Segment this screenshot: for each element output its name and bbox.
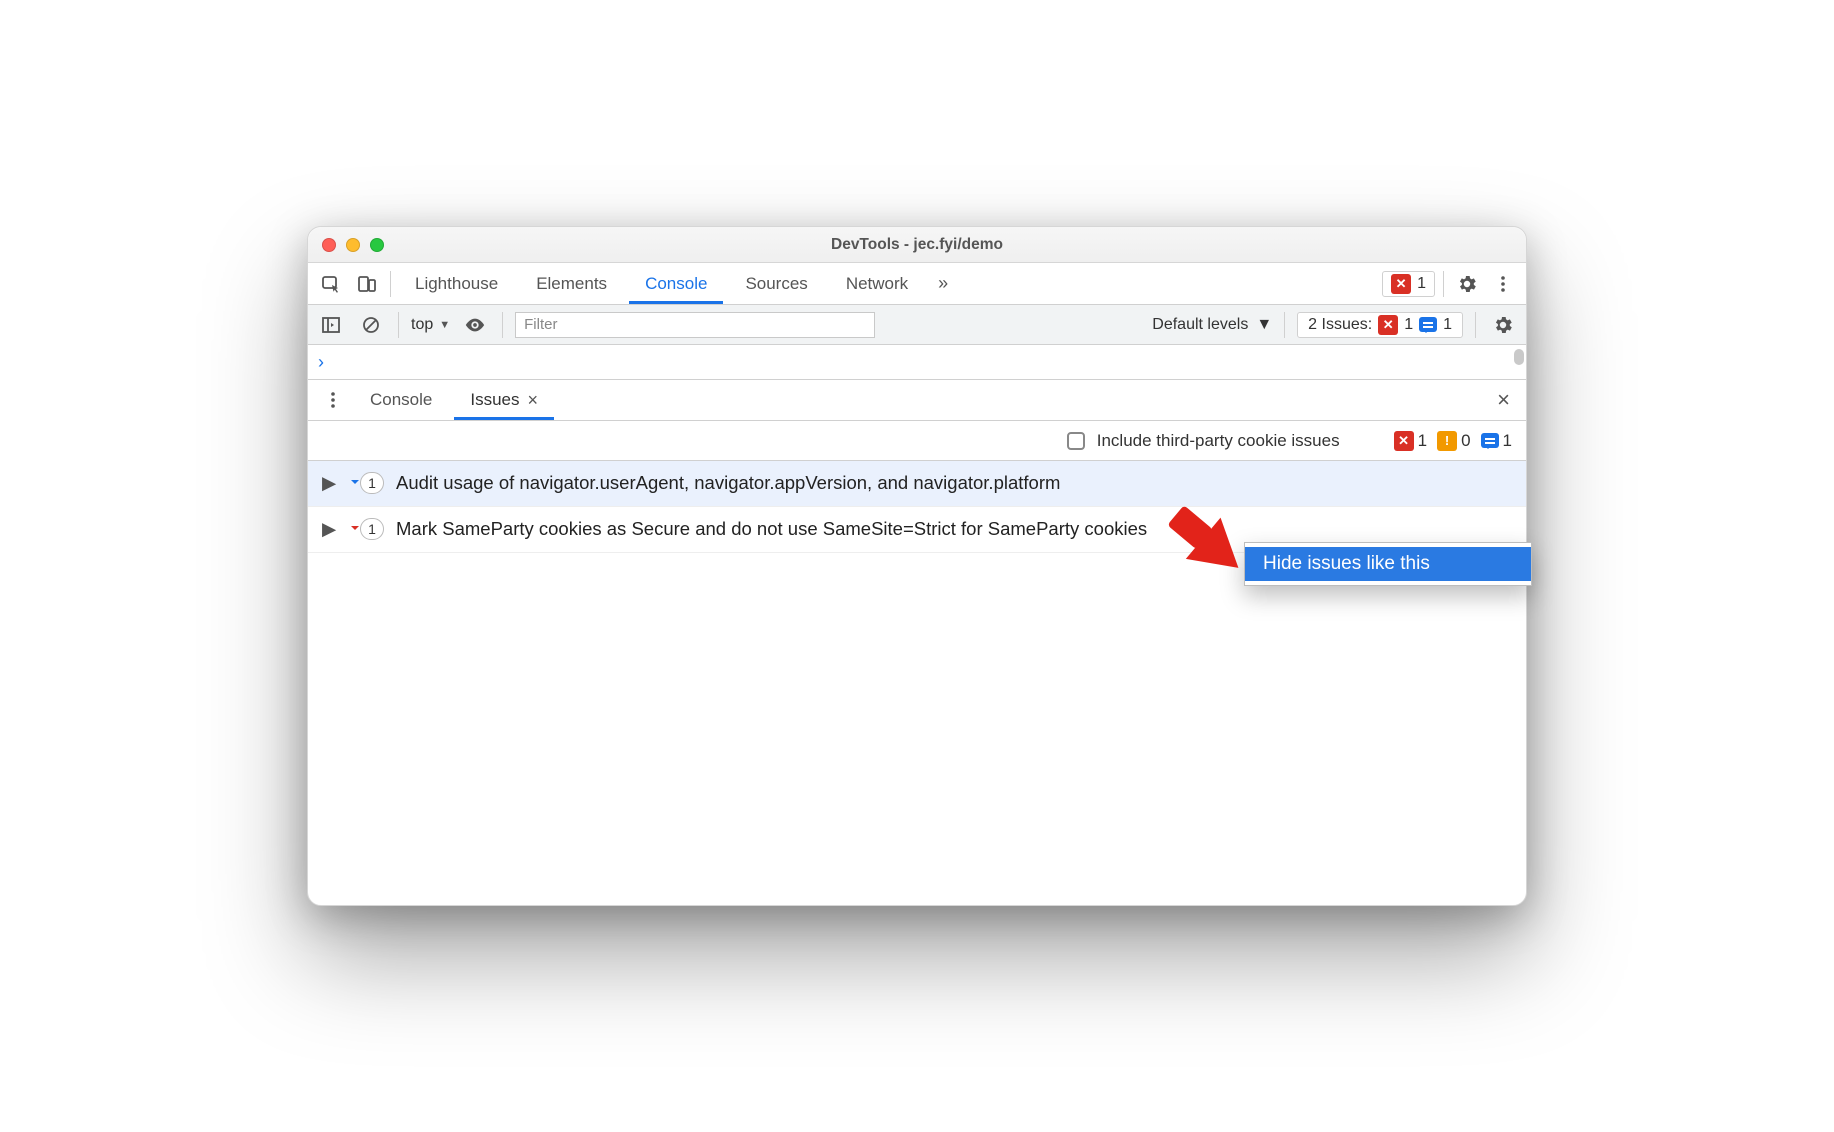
drawer-header: Console Issues × × <box>308 379 1526 421</box>
disclosure-triangle-icon[interactable]: ▶ <box>322 472 336 494</box>
info-icon <box>1419 317 1437 332</box>
live-expression-icon[interactable] <box>460 310 490 340</box>
error-count-badge[interactable]: ✕ 1 <box>1382 271 1435 297</box>
devtools-window: DevTools - jec.fyi/demo Lighthouse Eleme… <box>307 226 1527 906</box>
panel-tabstrip: Lighthouse Elements Console Sources Netw… <box>308 263 1526 305</box>
issues-summary-button[interactable]: 2 Issues: ✕ 1 1 <box>1297 312 1463 338</box>
error-icon: ✕ <box>1394 431 1414 451</box>
settings-gear-icon[interactable] <box>1452 269 1482 299</box>
close-window-button[interactable] <box>322 238 336 252</box>
error-icon: ✕ <box>1391 274 1411 294</box>
include-third-party-checkbox[interactable] <box>1067 432 1085 450</box>
chevron-down-icon: ▼ <box>1256 316 1272 334</box>
tabs-overflow-button[interactable]: » <box>930 273 956 294</box>
chevron-down-icon: ▼ <box>439 319 450 331</box>
minimize-window-button[interactable] <box>346 238 360 252</box>
issues-severity-counts: ✕ 1 ! 0 1 <box>1394 431 1512 451</box>
error-count: 1 <box>1417 275 1426 293</box>
issue-row[interactable]: ▶ 1 Audit usage of navigator.userAgent, … <box>308 461 1526 507</box>
drawer-close-button[interactable]: × <box>1491 387 1516 413</box>
issues-toolbar: Include third-party cookie issues ✕ 1 ! … <box>308 421 1526 461</box>
inspect-element-icon[interactable] <box>316 269 346 299</box>
close-tab-icon[interactable]: × <box>528 390 539 411</box>
tab-lighthouse[interactable]: Lighthouse <box>399 263 514 304</box>
tab-network[interactable]: Network <box>830 263 924 304</box>
disclosure-triangle-icon[interactable]: ▶ <box>322 518 336 540</box>
device-toolbar-icon[interactable] <box>352 269 382 299</box>
context-menu-item-hide[interactable]: Hide issues like this <box>1245 547 1531 581</box>
window-title: DevTools - jec.fyi/demo <box>308 236 1526 254</box>
issue-title: Audit usage of navigator.userAgent, navi… <box>396 471 1512 496</box>
severity-info[interactable]: 1 <box>1481 431 1512 451</box>
maximize-window-button[interactable] <box>370 238 384 252</box>
titlebar: DevTools - jec.fyi/demo <box>308 227 1526 263</box>
drawer-tab-console[interactable]: Console <box>354 380 448 420</box>
issue-title: Mark SameParty cookies as Secure and do … <box>396 517 1512 542</box>
prompt-chevron-icon: › <box>318 352 324 373</box>
console-filter-bar: top ▼ Default levels ▼ 2 Issues: ✕ 1 1 <box>308 305 1526 345</box>
log-level-selector[interactable]: Default levels ▼ <box>1152 316 1272 334</box>
info-icon <box>1481 433 1499 448</box>
error-icon: ✕ <box>1378 315 1398 335</box>
tab-console[interactable]: Console <box>629 263 723 304</box>
console-prompt[interactable]: › <box>308 345 1526 379</box>
more-menu-icon[interactable] <box>1488 269 1518 299</box>
tab-sources[interactable]: Sources <box>729 263 823 304</box>
clear-console-icon[interactable] <box>356 310 386 340</box>
severity-warning[interactable]: ! 0 <box>1437 431 1470 451</box>
include-third-party-label: Include third-party cookie issues <box>1097 431 1340 451</box>
warning-icon: ! <box>1437 431 1457 451</box>
scrollbar-indicator[interactable] <box>1514 349 1524 365</box>
severity-error[interactable]: ✕ 1 <box>1394 431 1427 451</box>
window-controls <box>322 238 384 252</box>
drawer-more-icon[interactable] <box>318 385 348 415</box>
issue-count-pill: 1 <box>360 472 384 494</box>
console-sidebar-toggle-icon[interactable] <box>316 310 346 340</box>
issue-count-pill: 1 <box>360 518 384 540</box>
execution-context-selector[interactable]: top ▼ <box>411 316 450 334</box>
tab-elements[interactable]: Elements <box>520 263 623 304</box>
drawer-tab-issues[interactable]: Issues × <box>454 380 554 420</box>
issue-context-menu: Hide issues like this <box>1244 542 1532 586</box>
console-filter-input[interactable] <box>515 312 875 338</box>
console-settings-gear-icon[interactable] <box>1488 310 1518 340</box>
